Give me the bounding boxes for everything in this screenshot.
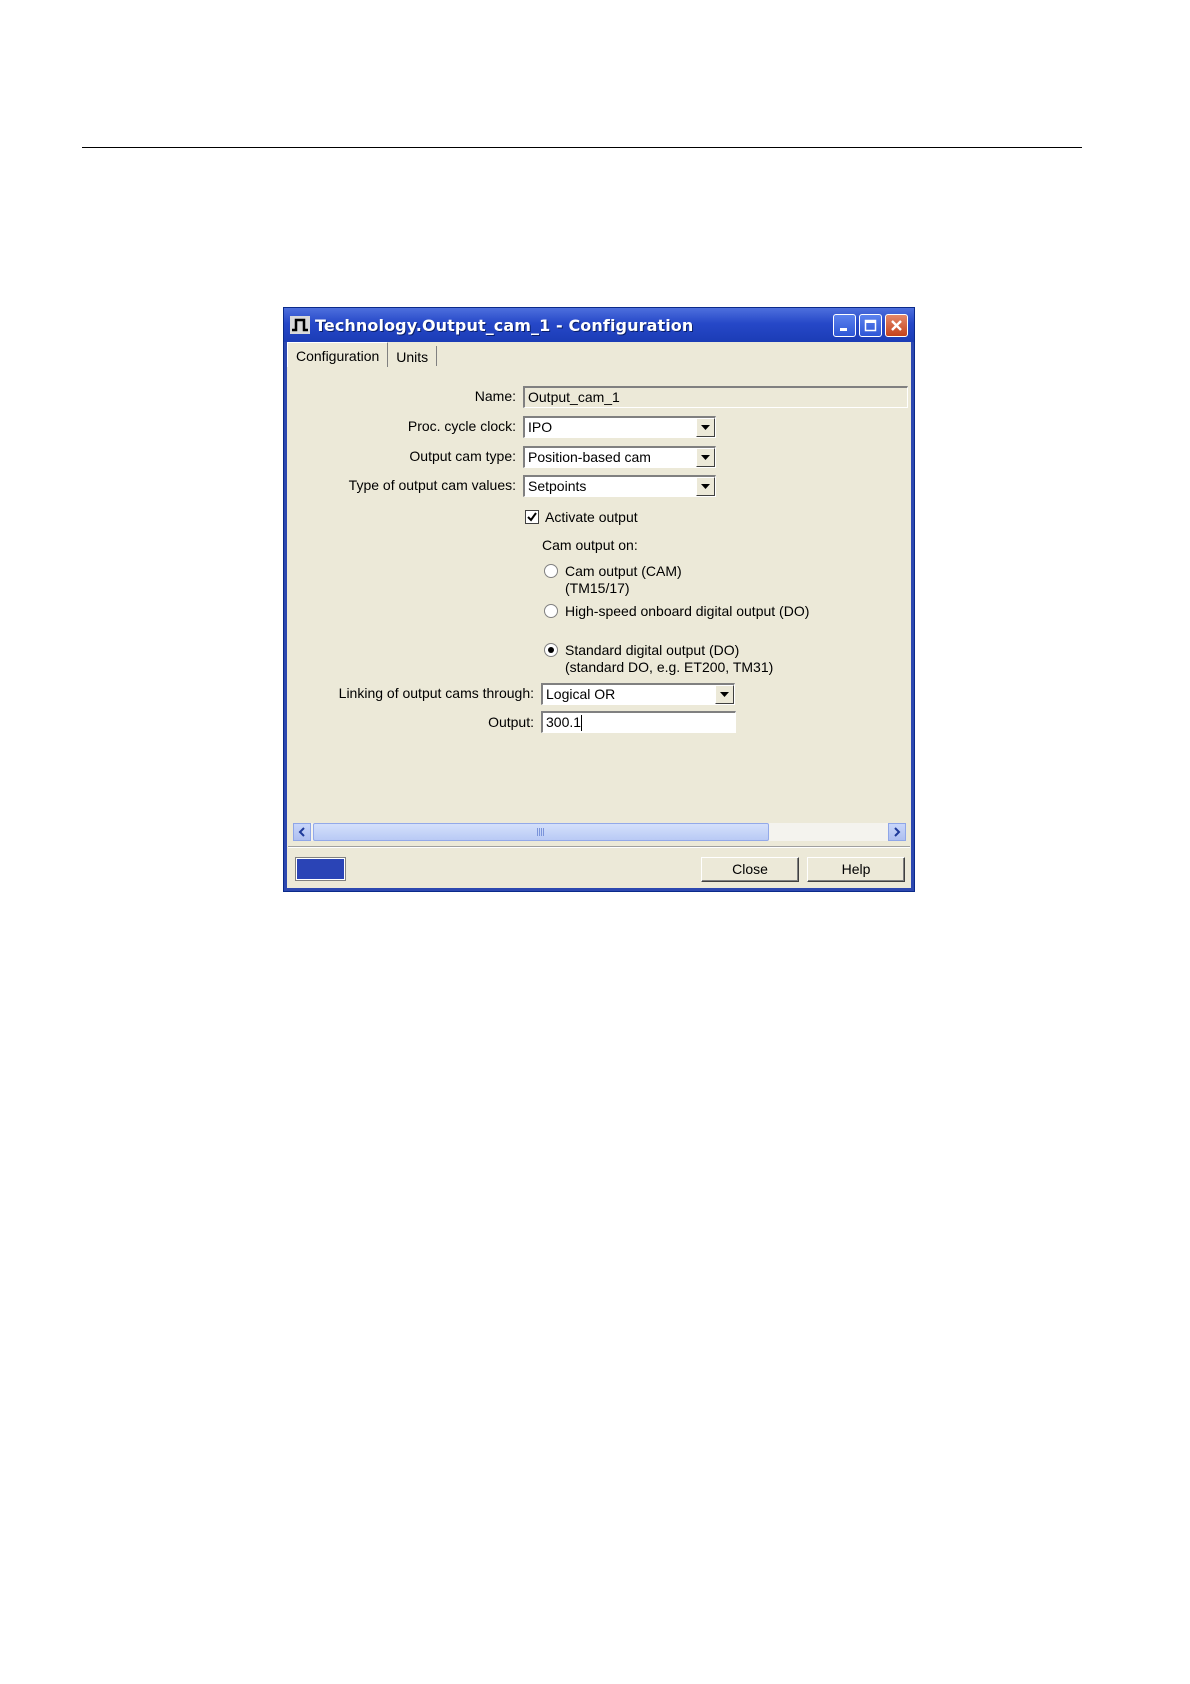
linking-value: Logical OR	[546, 686, 616, 702]
text-caret	[581, 715, 582, 731]
radio-high-speed-onboard-do[interactable]	[544, 604, 558, 618]
radio-cam-output[interactable]	[544, 564, 558, 578]
output-cam-type-value: Position-based cam	[528, 449, 651, 465]
close-window-button[interactable]	[885, 314, 908, 337]
radio-cam-output-sublabel: (TM15/17)	[565, 580, 630, 596]
minimize-button[interactable]	[833, 314, 856, 337]
tab-strip: Configuration Units	[287, 342, 438, 368]
scrollbar-thumb[interactable]	[313, 823, 769, 841]
maximize-button[interactable]	[859, 314, 882, 337]
proc-cycle-clock-dropdown-button[interactable]	[696, 418, 715, 437]
type-of-values-value: Setpoints	[528, 478, 587, 494]
minimize-icon	[840, 328, 847, 331]
checkmark-icon	[527, 512, 537, 522]
radio-cam-output-label: Cam output (CAM)	[565, 563, 682, 579]
activate-output-label: Activate output	[545, 509, 638, 525]
chevron-down-icon	[701, 425, 710, 430]
proc-cycle-clock-value: IPO	[528, 419, 553, 435]
radio-standard-do[interactable]	[544, 643, 558, 657]
output-cam-icon	[290, 316, 310, 334]
tab-units[interactable]: Units	[388, 346, 438, 366]
bottom-separator	[288, 846, 910, 848]
radio-standard-do-sublabel: (standard DO, e.g. ET200, TM31)	[565, 659, 774, 675]
output-cam-type-dropdown-button[interactable]	[696, 448, 715, 467]
output-cam-type-select[interactable]: Position-based cam	[523, 446, 716, 468]
type-of-values-label: Type of output cam values:	[348, 477, 516, 493]
horizontal-scrollbar[interactable]	[293, 823, 906, 841]
output-label: Output:	[488, 714, 534, 730]
chevron-left-icon	[298, 827, 305, 837]
page-header-rule	[82, 147, 1082, 148]
maximize-icon	[864, 319, 877, 332]
name-field[interactable]: Output_cam_1	[523, 386, 908, 408]
output-value: 300.1	[546, 714, 582, 730]
scroll-right-button[interactable]	[888, 823, 906, 841]
close-button[interactable]: Close	[701, 857, 799, 882]
chevron-down-icon	[701, 455, 710, 460]
chevron-right-icon	[894, 827, 901, 837]
tab-configuration[interactable]: Configuration	[287, 342, 389, 367]
name-label: Name:	[474, 388, 516, 404]
proc-cycle-clock-select[interactable]: IPO	[523, 416, 716, 438]
type-of-values-select[interactable]: Setpoints	[523, 475, 716, 497]
grip-icon	[537, 828, 545, 836]
status-indicator	[295, 857, 346, 881]
radio-high-speed-onboard-do-label: High-speed onboard digital output (DO)	[565, 603, 810, 619]
help-button[interactable]: Help	[807, 857, 905, 882]
activate-output-checkbox[interactable]	[525, 510, 539, 524]
linking-select[interactable]: Logical OR	[541, 683, 735, 705]
output-cam-type-label: Output cam type:	[409, 448, 516, 464]
radio-standard-do-label: Standard digital output (DO)	[565, 642, 740, 658]
close-icon	[891, 320, 902, 331]
type-of-values-dropdown-button[interactable]	[696, 477, 715, 496]
title-bar[interactable]: Technology.Output_cam_1 - Configuration	[284, 308, 914, 342]
scroll-left-button[interactable]	[293, 823, 311, 841]
linking-dropdown-button[interactable]	[715, 685, 734, 704]
linking-label: Linking of output cams through:	[338, 685, 534, 701]
window-title: Technology.Output_cam_1 - Configuration	[315, 315, 694, 335]
chevron-down-icon	[720, 692, 729, 697]
cam-output-on-label: Cam output on:	[542, 537, 638, 553]
proc-cycle-clock-label: Proc. cycle clock:	[407, 418, 516, 434]
chevron-down-icon	[701, 484, 710, 489]
radio-selected-dot	[548, 647, 554, 653]
output-input[interactable]: 300.1	[541, 711, 736, 733]
